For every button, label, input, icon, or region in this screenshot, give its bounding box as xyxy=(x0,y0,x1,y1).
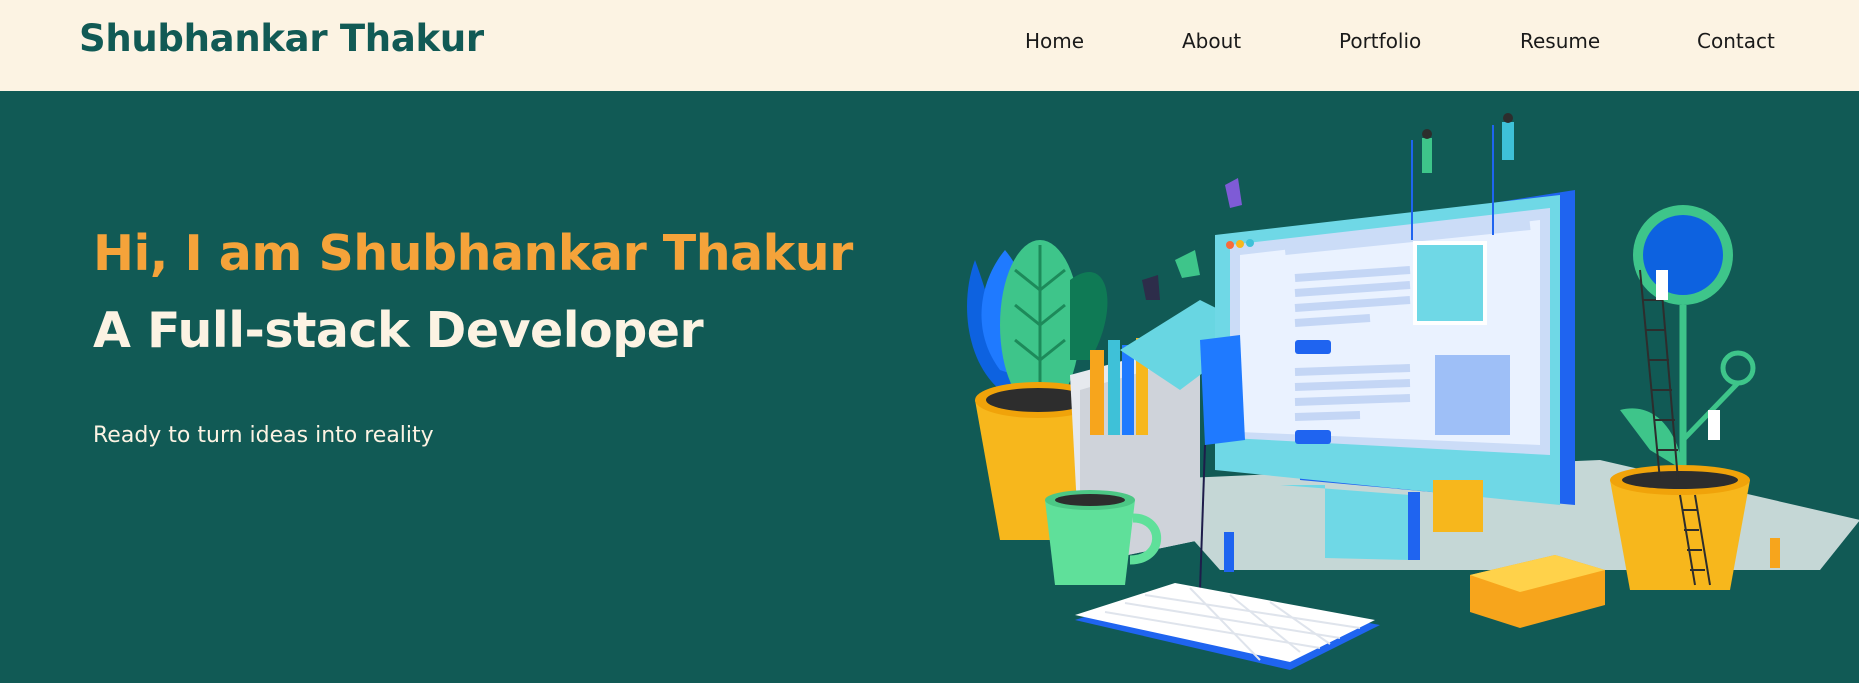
hero-tagline: Ready to turn ideas into reality xyxy=(93,423,434,448)
sticky-note xyxy=(1433,480,1483,532)
hero-role: A Full-stack Developer xyxy=(93,302,704,359)
nav-contact[interactable]: Contact xyxy=(1697,29,1775,53)
nav-about[interactable]: About xyxy=(1182,29,1241,53)
nav-home[interactable]: Home xyxy=(1025,29,1084,53)
right-plant xyxy=(1610,205,1756,590)
brand-logo[interactable]: Shubhankar Thakur xyxy=(79,17,484,60)
hero-greeting: Hi, I am Shubhankar Thakur xyxy=(93,225,853,282)
keyboard xyxy=(1075,583,1380,670)
nav-portfolio[interactable]: Portfolio xyxy=(1339,29,1421,53)
nav-resume[interactable]: Resume xyxy=(1520,29,1600,53)
banner-flag xyxy=(1200,335,1245,445)
developer-workspace-illustration xyxy=(967,113,1859,670)
navbar: Shubhankar Thakur Home About Portfolio R… xyxy=(0,0,1859,91)
